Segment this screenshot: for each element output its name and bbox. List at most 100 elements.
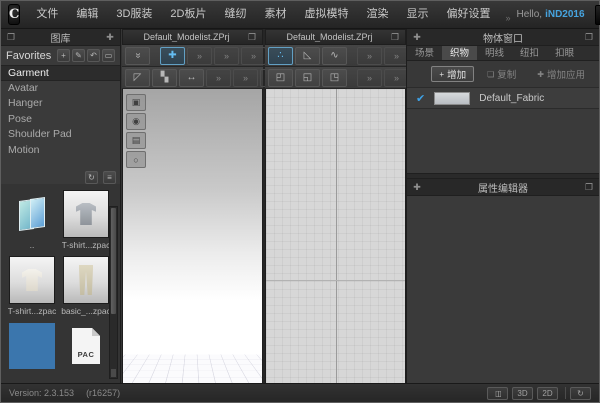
add-apply-fabric-button[interactable]: ✚ 增加应用 bbox=[529, 66, 593, 82]
tshirt-icon bbox=[22, 269, 42, 291]
show-garment-button[interactable]: ▣ bbox=[126, 94, 146, 111]
menu-2d-pattern[interactable]: 2D板片 bbox=[161, 1, 215, 28]
transform-pattern-tool-button[interactable]: ∴ bbox=[268, 47, 293, 65]
view-2d-button[interactable]: 2D bbox=[537, 387, 558, 400]
list-item[interactable]: basic_...zpac bbox=[61, 256, 111, 316]
sidebar-item-pose[interactable]: Pose bbox=[1, 112, 120, 128]
undock-icon[interactable]: ❐ bbox=[389, 32, 401, 43]
fabric-list-item[interactable]: ✔ Default_Fabric bbox=[407, 87, 599, 109]
simulate-tool-button[interactable]: » bbox=[125, 47, 150, 65]
list-item[interactable]: .. bbox=[7, 190, 57, 250]
undock-icon[interactable]: ❐ bbox=[583, 32, 595, 43]
sidebar-item-hanger[interactable]: Hanger bbox=[1, 96, 120, 112]
fabric-swatch bbox=[434, 92, 470, 105]
menu-display[interactable]: 显示 bbox=[397, 1, 437, 28]
viewport-3d: Default_Modelist.ZPrj ❐ » ✚ » » » » ◸ ▚ … bbox=[122, 29, 263, 384]
tab-scene[interactable]: 场景 bbox=[407, 46, 442, 60]
sidebar-item-shoulder-pad[interactable]: Shoulder Pad bbox=[1, 127, 120, 143]
grid-center-hline bbox=[266, 280, 405, 281]
show-pattern-button[interactable]: ▤ bbox=[126, 132, 146, 149]
scrollbar[interactable] bbox=[109, 206, 118, 379]
list-item[interactable]: T-shirt...zpac bbox=[61, 190, 111, 250]
undock-icon[interactable]: ❐ bbox=[5, 32, 17, 43]
tool-overflow-button[interactable]: » bbox=[206, 69, 231, 87]
menu-avatar[interactable]: 虚拟模特 bbox=[295, 1, 357, 28]
add-favorite-button[interactable]: + bbox=[57, 49, 70, 62]
tool-overflow-button[interactable]: » bbox=[357, 47, 382, 65]
add-label: 增加 bbox=[447, 67, 466, 81]
pin-icon[interactable]: ✚ bbox=[411, 32, 423, 43]
item-label: T-shirt...zpac bbox=[8, 306, 57, 316]
menu-render[interactable]: 渲染 bbox=[357, 1, 397, 28]
menu-overflow-icon[interactable]: » bbox=[505, 13, 510, 23]
show-head-button[interactable]: ○ bbox=[126, 151, 146, 168]
username-link[interactable]: iND2016 bbox=[545, 9, 584, 20]
copy-fabric-button[interactable]: ❏ 复制 bbox=[479, 66, 524, 82]
item-label: .. bbox=[30, 240, 35, 250]
dress-tool-button[interactable]: ▚ bbox=[152, 69, 177, 87]
spacing-tool-button[interactable]: ↔ bbox=[179, 69, 204, 87]
pattern-tool-button[interactable]: ◳ bbox=[322, 69, 347, 87]
tool-overflow-button[interactable]: » bbox=[241, 47, 266, 65]
show-avatar-button[interactable]: ◉ bbox=[126, 113, 146, 130]
viewport-2d-tab[interactable]: Default_Modelist.ZPrj ❐ bbox=[265, 29, 406, 45]
undock-icon[interactable]: ❐ bbox=[246, 32, 258, 43]
sidebar-item-garment[interactable]: Garment bbox=[1, 65, 120, 81]
version-label: Version: 2.3.153 bbox=[9, 388, 74, 398]
delete-favorite-button[interactable]: ▭ bbox=[102, 49, 115, 62]
library-browser: .. T-shirt...zpac T-shirt...zpac basic_.… bbox=[1, 184, 120, 383]
menu-3d-garment[interactable]: 3D服装 bbox=[107, 1, 161, 28]
tab-fabric[interactable]: 织物 bbox=[442, 46, 477, 60]
simulation-button[interactable]: » SIMULATION ▾ bbox=[595, 5, 600, 25]
sync-button[interactable]: ↻ bbox=[570, 387, 591, 400]
move-tool-button[interactable]: ✚ bbox=[160, 47, 185, 65]
select-garment-tool-button[interactable]: ◸ bbox=[125, 69, 150, 87]
scroll-down-button[interactable] bbox=[111, 369, 116, 377]
edit-pattern-tool-button[interactable]: ◺ bbox=[295, 47, 320, 65]
canvas-2d[interactable] bbox=[265, 89, 406, 384]
edit-curve-tool-button[interactable]: ∿ bbox=[322, 47, 347, 65]
check-icon: ✔ bbox=[416, 92, 425, 105]
tool-overflow-button[interactable]: » bbox=[357, 69, 382, 87]
reset-favorite-button[interactable]: ↶ bbox=[87, 49, 100, 62]
pattern-tool-button[interactable]: ◱ bbox=[295, 69, 320, 87]
object-window-title: 物体窗口 bbox=[423, 30, 583, 45]
tool-overflow-button[interactable]: » bbox=[187, 47, 212, 65]
refresh-icon[interactable]: ↻ bbox=[85, 171, 98, 184]
list-item[interactable]: T-shirt...zpac bbox=[7, 256, 57, 316]
list-view-icon[interactable]: ≡ bbox=[103, 171, 116, 184]
list-item[interactable] bbox=[7, 322, 57, 372]
menu-edit[interactable]: 编辑 bbox=[67, 1, 107, 28]
tab-button[interactable]: 纽扣 bbox=[512, 46, 547, 60]
sidebar-item-motion[interactable]: Motion bbox=[1, 143, 120, 159]
pattern-tool-button[interactable]: ◰ bbox=[268, 69, 293, 87]
tool-overflow-button[interactable]: » bbox=[233, 69, 258, 87]
viewport-3d-tab[interactable]: Default_Modelist.ZPrj ❐ bbox=[122, 29, 263, 45]
list-item[interactable]: PAC bbox=[61, 322, 111, 372]
scrollbar-thumb[interactable] bbox=[111, 208, 116, 314]
menu-file[interactable]: 文件 bbox=[27, 1, 67, 28]
menu-sewing[interactable]: 缝纫 bbox=[215, 1, 255, 28]
tab-buttonhole[interactable]: 扣眼 bbox=[547, 46, 582, 60]
fabric-name: Default_Fabric bbox=[479, 93, 544, 104]
menu-preferences[interactable]: 偏好设置 bbox=[437, 1, 499, 28]
menu-material[interactable]: 素材 bbox=[255, 1, 295, 28]
thumbnail-toolbar: ↻ ≡ bbox=[1, 168, 120, 184]
viewport-3d-title: Default_Modelist.ZPrj bbox=[127, 32, 246, 42]
pin-icon[interactable]: ✚ bbox=[104, 32, 116, 43]
favorites-row: Favorites + ✎ ↶ ▭ bbox=[1, 46, 120, 65]
view-3d-button[interactable]: 3D bbox=[512, 387, 533, 400]
favorites-label: Favorites bbox=[6, 50, 55, 62]
tool-overflow-button[interactable]: » bbox=[214, 47, 239, 65]
add-fabric-button[interactable]: + 增加 bbox=[431, 66, 474, 82]
canvas-3d[interactable]: ▣ ◉ ▤ ○ bbox=[122, 89, 263, 384]
edit-favorite-button[interactable]: ✎ bbox=[72, 49, 85, 62]
sidebar-item-avatar[interactable]: Avatar bbox=[1, 81, 120, 97]
revision-label: (r16257) bbox=[86, 388, 120, 398]
tab-topstitch[interactable]: 明线 bbox=[477, 46, 512, 60]
pin-icon[interactable]: ✚ bbox=[411, 182, 423, 193]
copy-icon: ❏ bbox=[487, 70, 494, 79]
undock-icon[interactable]: ❐ bbox=[583, 182, 595, 193]
object-window-header: ✚ 物体窗口 ❐ bbox=[407, 29, 599, 46]
split-view-button[interactable]: ▯▯ bbox=[487, 387, 508, 400]
